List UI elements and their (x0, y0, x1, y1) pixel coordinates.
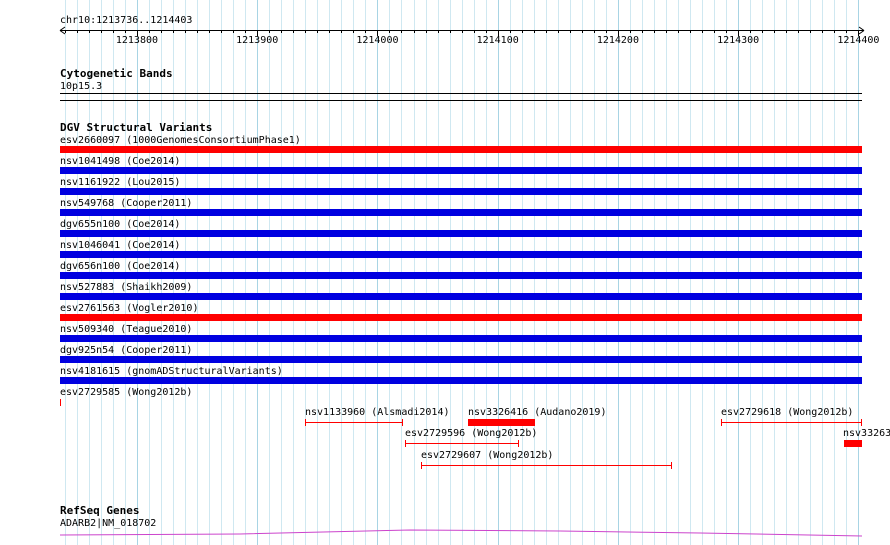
ruler-arrow (59, 26, 66, 31)
dgv-variant-bar[interactable] (60, 335, 862, 342)
dgv-variant-label: esv2660097 (1000GenomesConsortiumPhase1) (60, 135, 301, 146)
dgv-variant-label: dgv655n100 (Coe2014) (60, 219, 181, 230)
ruler-tick-label: 1214300 (717, 35, 760, 46)
dgv-variant-line[interactable] (405, 443, 519, 444)
dgv-variant-bar[interactable] (60, 293, 862, 300)
dgv-variant-endcap (861, 419, 862, 426)
ruler-tick-label: 1214000 (356, 35, 399, 46)
dgv-variant-label: nsv3326416 (Audano2019) (468, 407, 607, 418)
dgv-variant-bar[interactable] (60, 146, 862, 153)
dgv-variant-line[interactable] (421, 465, 672, 466)
dgv-variant-endcap (421, 462, 422, 469)
cytoband-line-top (60, 93, 862, 94)
dgv-variant-endcap (405, 440, 406, 447)
dgv-variant-bar[interactable] (468, 419, 535, 426)
dgv-variant-bar[interactable] (60, 230, 862, 237)
ruler-tick-label: 1213800 (115, 35, 159, 46)
dgv-variant-bar[interactable] (60, 167, 862, 174)
dgv-variant-label: nsv509340 (Teague2010) (60, 324, 193, 335)
refseq-gene-intron-line (59, 529, 863, 537)
dgv-variant-bar[interactable] (60, 356, 862, 363)
cytoband-label: 10p15.3 (60, 81, 103, 92)
dgv-track-title: DGV Structural Variants (60, 121, 213, 134)
dgv-variant-bar[interactable] (60, 314, 862, 321)
dgv-variant-bar[interactable] (60, 209, 862, 216)
dgv-variant-label: dgv656n100 (Coe2014) (60, 261, 181, 272)
dgv-variant-bar[interactable] (60, 272, 862, 279)
dgv-variant-label: nsv1133960 (Alsmadi2014) (305, 407, 450, 418)
dgv-variant-endcap (721, 419, 722, 426)
dgv-variant-label: esv2761563 (Vogler2010) (60, 303, 199, 314)
refseq-gene-track[interactable] (0, 520, 890, 545)
ruler-arrow (858, 30, 865, 35)
cytoband-line-bottom (60, 100, 862, 101)
dgv-variant-endcap (518, 440, 519, 447)
dgv-variant-bar[interactable] (844, 440, 862, 447)
dgv-variant-endcap (671, 462, 672, 469)
dgv-variant-label: dgv925n54 (Cooper2011) (60, 345, 193, 356)
ruler-arrow (858, 26, 865, 31)
dgv-variant-label: esv2729596 (Wong2012b) (405, 428, 538, 439)
ruler-tick-label: 1214400 (837, 35, 880, 46)
dgv-variant-line[interactable] (721, 422, 862, 423)
dgv-variant-label: esv2729607 (Wong2012b) (421, 450, 554, 461)
dgv-variant-bar[interactable] (60, 377, 862, 384)
dgv-variant-label: nsv1046041 (Coe2014) (60, 240, 181, 251)
dgv-variant-label: nsv4181615 (gnomADStructuralVariants) (60, 366, 283, 377)
ruler-tick-label: 1214200 (596, 35, 639, 46)
genome-browser-panel: chr10:1213736..1214403 1213800 1213900 121… (0, 0, 890, 545)
dgv-variant-bar[interactable] (60, 188, 862, 195)
refseq-track-title: RefSeq Genes (60, 504, 140, 517)
cytoband-track-title: Cytogenetic Bands (60, 67, 173, 80)
ruler-arrow (59, 30, 66, 35)
dgv-variant-label: nsv33263 (843, 428, 890, 439)
dgv-variant-endcap (60, 399, 61, 406)
dgv-variant-label: nsv549768 (Cooper2011) (60, 198, 193, 209)
dgv-variant-label: esv2729618 (Wong2012b) (721, 407, 854, 418)
dgv-variant-label: nsv1161922 (Lou2015) (60, 177, 181, 188)
dgv-variant-line[interactable] (305, 422, 403, 423)
dgv-variant-bar[interactable] (60, 251, 862, 258)
dgv-variant-label: esv2729585 (Wong2012b) (60, 387, 193, 398)
dgv-variant-endcap (402, 419, 403, 426)
ruler-tick-label: 1213900 (236, 35, 279, 46)
dgv-variant-endcap (305, 419, 306, 426)
ruler[interactable] (0, 0, 890, 60)
dgv-variant-label: nsv1041498 (Coe2014) (60, 156, 181, 167)
ruler-tick-label: 1214100 (476, 35, 519, 46)
dgv-variant-label: nsv527883 (Shaikh2009) (60, 282, 193, 293)
